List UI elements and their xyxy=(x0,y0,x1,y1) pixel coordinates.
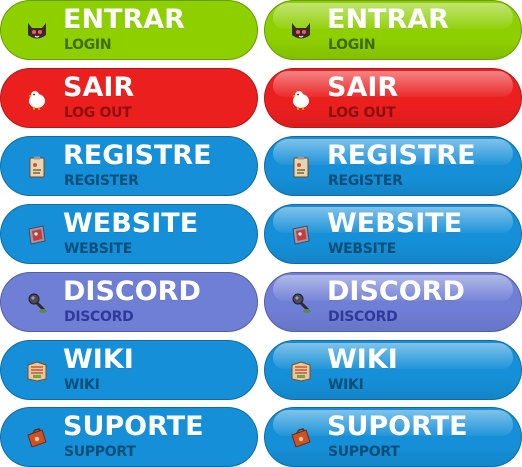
button-subtitle: LOG OUT xyxy=(328,105,396,121)
website-button[interactable]: WEBSITE WEBSITE xyxy=(0,204,258,264)
button-title: REGISTRE xyxy=(63,140,212,171)
button-title: WIKI xyxy=(63,344,134,375)
wiki-button[interactable]: WIKI WIKI xyxy=(0,340,258,400)
suporte-button-glossy[interactable]: SUPORTE SUPPORT xyxy=(264,407,522,467)
picture-frame-icon xyxy=(25,223,49,247)
wiki-button-glossy[interactable]: WIKI WIKI xyxy=(264,340,522,400)
button-subtitle: LOG OUT xyxy=(64,105,132,121)
entrar-button[interactable]: ENTRAR LOGIN xyxy=(0,0,258,60)
website-button-glossy[interactable]: WEBSITE WEBSITE xyxy=(264,204,522,264)
button-subtitle: LOGIN xyxy=(328,37,376,53)
button-subtitle: WIKI xyxy=(64,377,100,393)
chicken-icon xyxy=(25,87,49,111)
button-title: WEBSITE xyxy=(327,208,463,239)
button-subtitle: DISCORD xyxy=(64,309,134,325)
discord-button[interactable]: DISCORD DISCORD xyxy=(0,272,258,332)
cat-mask-icon xyxy=(289,19,313,43)
button-title: DISCORD xyxy=(327,276,465,307)
entrar-button-glossy[interactable]: ENTRAR LOGIN xyxy=(264,0,522,60)
button-title: WIKI xyxy=(327,344,398,375)
map-icon xyxy=(289,359,313,383)
button-title: ENTRAR xyxy=(63,4,185,35)
button-title: REGISTRE xyxy=(327,140,476,171)
button-title: SAIR xyxy=(63,72,135,103)
chicken-icon xyxy=(289,87,313,111)
sair-button[interactable]: SAIR LOG OUT xyxy=(0,68,258,128)
sair-button-glossy[interactable]: SAIR LOG OUT xyxy=(264,68,522,128)
discord-button-glossy[interactable]: DISCORD DISCORD xyxy=(264,272,522,332)
clipboard-icon xyxy=(25,155,49,179)
button-title: SAIR xyxy=(327,72,399,103)
picture-frame-icon xyxy=(289,223,313,247)
button-grid: ENTRAR LOGIN SAIR LOG OUT REGISTRE REGIS… xyxy=(0,0,522,467)
clipboard-icon xyxy=(289,155,313,179)
button-subtitle: REGISTER xyxy=(328,173,403,189)
registre-button[interactable]: REGISTRE REGISTER xyxy=(0,136,258,196)
registre-button-glossy[interactable]: REGISTRE REGISTER xyxy=(264,136,522,196)
button-title: DISCORD xyxy=(63,276,201,307)
button-subtitle: WEBSITE xyxy=(64,241,132,257)
suporte-button[interactable]: SUPORTE SUPPORT xyxy=(0,407,258,467)
microphone-icon xyxy=(289,291,313,315)
microphone-icon xyxy=(25,291,49,315)
button-subtitle: WIKI xyxy=(328,377,364,393)
button-title: ENTRAR xyxy=(327,4,449,35)
button-title: SUPORTE xyxy=(63,411,204,442)
button-subtitle: DISCORD xyxy=(328,309,398,325)
button-subtitle: WEBSITE xyxy=(328,241,396,257)
toolbox-icon xyxy=(289,426,313,450)
toolbox-icon xyxy=(25,426,49,450)
map-icon xyxy=(25,359,49,383)
button-subtitle: SUPPORT xyxy=(64,444,136,460)
button-subtitle: SUPPORT xyxy=(328,444,400,460)
button-title: SUPORTE xyxy=(327,411,468,442)
button-subtitle: REGISTER xyxy=(64,173,139,189)
button-title: WEBSITE xyxy=(63,208,199,239)
cat-mask-icon xyxy=(25,19,49,43)
button-subtitle: LOGIN xyxy=(64,37,112,53)
